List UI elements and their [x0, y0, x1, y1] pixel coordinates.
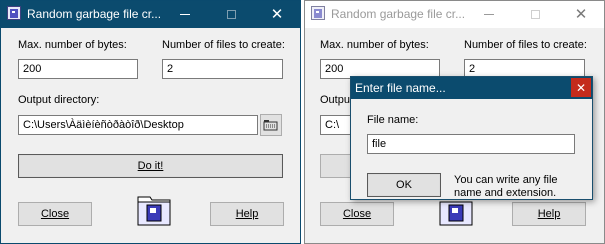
minimize-button[interactable] [162, 1, 208, 28]
close-button[interactable]: Close [320, 202, 394, 226]
num-files-label: Number of files to create: [162, 39, 285, 51]
num-files-input[interactable]: 2 [162, 59, 283, 79]
dialog-title: Enter file name... [355, 81, 446, 95]
dialog-hint-text: You can write any file name and extensio… [454, 174, 558, 199]
output-dir-input[interactable]: C:\Users\Àäìèíèñòðàòîð\Desktop [18, 115, 258, 135]
max-bytes-input[interactable]: 200 [18, 59, 138, 79]
minimize-icon [180, 14, 190, 15]
close-label: Close [342, 208, 372, 220]
ok-label: OK [396, 179, 412, 191]
file-folder-icon [137, 196, 171, 226]
folder-browse-icon [263, 120, 278, 131]
browse-button[interactable] [260, 114, 282, 136]
title-bar-inactive[interactable]: Random garbage file cr... ✕ [305, 1, 604, 28]
help-button[interactable]: Help [512, 202, 586, 226]
maximize-button[interactable] [512, 1, 558, 28]
help-button[interactable]: Help [210, 202, 284, 226]
help-label: Help [537, 208, 561, 220]
file-name-dialog: Enter file name... ✕ File name: file OK … [350, 76, 593, 200]
file-name-label: File name: [367, 114, 419, 126]
close-label: Close [40, 208, 70, 220]
help-label: Help [235, 208, 259, 220]
file-folder-icon [439, 201, 473, 226]
window-title: Random garbage file cr... [27, 7, 162, 21]
dialog-title-bar[interactable]: Enter file name... ✕ [351, 77, 592, 99]
main-window: Random garbage file cr... ✕ Max. number … [0, 0, 301, 244]
close-window-button[interactable]: ✕ [254, 1, 300, 28]
close-icon: ✕ [270, 6, 284, 23]
do-it-label: Do it! [137, 160, 164, 172]
close-icon: ✕ [574, 6, 588, 23]
output-dir-label: Output directory: [18, 94, 100, 106]
close-icon: ✕ [575, 80, 587, 95]
max-bytes-label: Max. number of bytes: [320, 39, 429, 51]
num-files-label: Number of files to create: [464, 39, 587, 51]
close-window-button[interactable]: ✕ [558, 1, 604, 28]
maximize-button[interactable] [208, 1, 254, 28]
file-name-input[interactable]: file [367, 134, 575, 154]
title-bar[interactable]: Random garbage file cr... ✕ [1, 1, 300, 28]
app-icon [311, 6, 325, 20]
window-title: Random garbage file cr... [331, 7, 466, 21]
max-bytes-label: Max. number of bytes: [18, 39, 127, 51]
do-it-button[interactable]: Do it! [18, 154, 283, 178]
dialog-close-button[interactable]: ✕ [571, 78, 591, 97]
close-button[interactable]: Close [18, 202, 92, 226]
maximize-icon [226, 10, 236, 19]
minimize-button[interactable] [466, 1, 512, 28]
minimize-icon [484, 14, 494, 15]
app-icon [7, 6, 21, 20]
ok-button[interactable]: OK [367, 173, 441, 197]
maximize-icon [530, 10, 540, 19]
output-dir-label: Output [320, 94, 354, 106]
